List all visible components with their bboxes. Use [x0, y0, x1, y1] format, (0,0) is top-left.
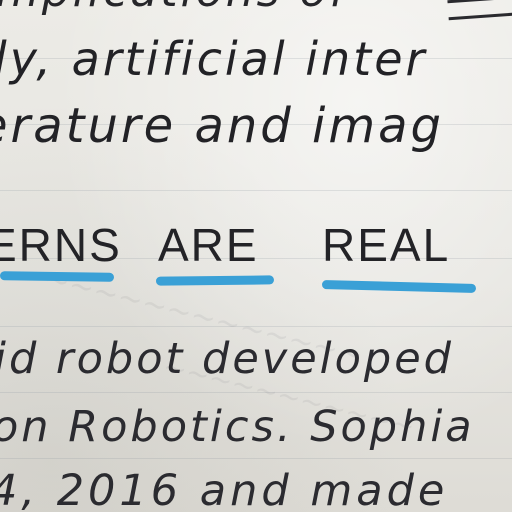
handwritten-line: ly, artificial inter: [0, 32, 428, 86]
heading-word: ERNS: [0, 219, 122, 271]
notebook-page: ~~~~~~~~~~~~~ ~~~~~~~~~~~ mplications of…: [0, 0, 512, 512]
heading-word: REAL: [322, 219, 451, 271]
blue-underline: [155, 275, 275, 286]
handwritten-line: on Robotics. Sophia: [0, 402, 475, 452]
ruled-line: [0, 458, 512, 459]
heading-word: ARE: [158, 219, 259, 271]
ruled-line: [0, 190, 512, 191]
blue-underline: [321, 279, 477, 294]
handwritten-line: mplications of: [0, 0, 348, 14]
handwritten-line: 4, 2016 and made: [0, 466, 449, 512]
handwritten-line: id robot developed: [0, 334, 454, 384]
strikethrough-mark: [447, 0, 512, 21]
handwritten-line: erature and imag: [0, 98, 444, 154]
blue-underline: [0, 271, 115, 282]
